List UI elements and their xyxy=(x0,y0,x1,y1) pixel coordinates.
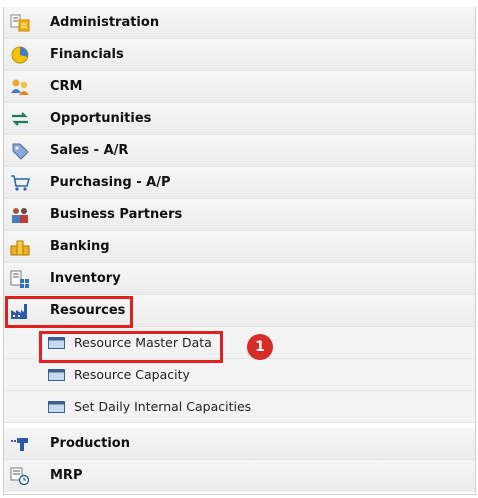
menu-item-resources[interactable]: Resources xyxy=(4,295,475,327)
menu-item-opportunities[interactable]: Opportunities xyxy=(4,103,475,135)
crm-icon xyxy=(11,79,29,95)
form-window-icon xyxy=(48,337,65,349)
menu-item-sales[interactable]: Sales - A/R xyxy=(4,135,475,167)
menu-label-purchasing: Purchasing - A/P xyxy=(50,175,171,190)
submenu-label-resource-capacity: Resource Capacity xyxy=(74,367,190,382)
opportunities-icon xyxy=(12,112,28,126)
form-window-icon xyxy=(48,401,65,413)
menu-label-opportunities: Opportunities xyxy=(50,111,152,126)
menu-item-business-partners[interactable]: Business Partners xyxy=(4,199,475,231)
menu-item-financials[interactable]: Financials xyxy=(4,39,475,71)
administration-icon xyxy=(10,14,30,32)
production-icon xyxy=(11,438,28,451)
menu-label-business-partners: Business Partners xyxy=(50,207,183,222)
menu-item-inventory[interactable]: Inventory xyxy=(4,263,475,295)
submenu-item-set-daily-internal-capacities[interactable]: Set Daily Internal Capacities xyxy=(4,391,475,423)
resources-factory-icon xyxy=(11,304,27,319)
menu-item-administration[interactable]: Administration xyxy=(4,7,475,39)
purchasing-cart-icon xyxy=(11,175,30,191)
submenu-label-resource-master-data: Resource Master Data xyxy=(74,335,212,350)
menu-label-administration: Administration xyxy=(50,15,160,30)
sales-icon xyxy=(12,143,29,160)
form-window-icon xyxy=(48,369,65,381)
menu-label-inventory: Inventory xyxy=(50,271,121,286)
submenu-item-resource-master-data[interactable]: Resource Master Data xyxy=(4,327,475,359)
menu-label-crm: CRM xyxy=(50,79,83,94)
mrp-icon xyxy=(10,467,30,485)
main-menu: Administration Financials CRM Opportunit… xyxy=(3,7,476,495)
submenu-item-resource-capacity[interactable]: Resource Capacity xyxy=(4,359,475,391)
business-partners-icon xyxy=(12,208,28,223)
menu-label-resources: Resources xyxy=(50,303,126,318)
step-badge: 1 xyxy=(247,334,273,360)
menu-label-financials: Financials xyxy=(50,47,124,62)
menu-label-sales: Sales - A/R xyxy=(50,143,129,158)
menu-item-banking[interactable]: Banking xyxy=(4,231,475,263)
banking-icon xyxy=(10,240,30,256)
menu-item-purchasing[interactable]: Purchasing - A/P xyxy=(4,167,475,199)
menu-label-mrp: MRP xyxy=(50,468,83,483)
menu-item-mrp[interactable]: MRP xyxy=(4,460,475,492)
menu-item-crm[interactable]: CRM xyxy=(4,71,475,103)
menu-label-production: Production xyxy=(50,436,130,451)
inventory-icon xyxy=(10,270,29,288)
menu-item-production[interactable]: Production xyxy=(4,428,475,460)
menu-label-banking: Banking xyxy=(50,239,110,254)
financials-icon xyxy=(11,46,29,64)
submenu-label-set-daily-internal-capacities: Set Daily Internal Capacities xyxy=(74,399,252,414)
